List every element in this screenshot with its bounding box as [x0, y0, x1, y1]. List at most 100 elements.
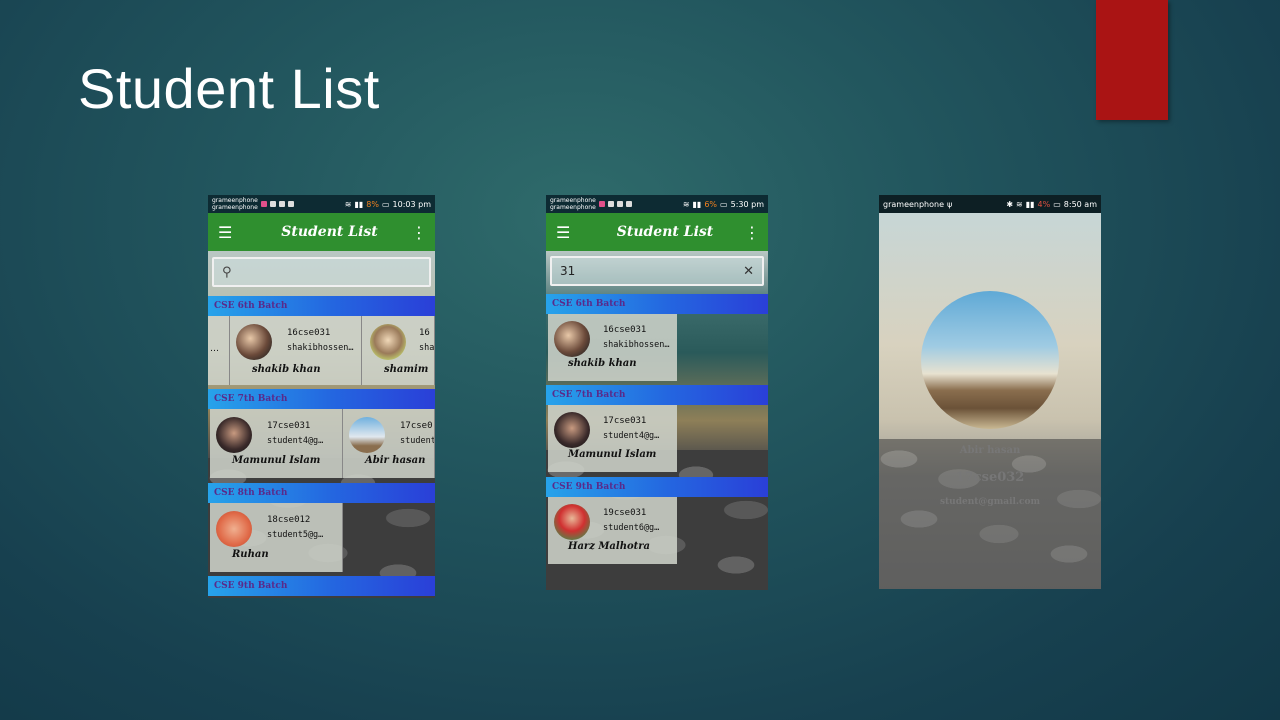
profile-email: student@gmail.com: [939, 497, 1041, 507]
profile-id: 17cse032: [955, 470, 1025, 485]
avatar: [236, 324, 272, 360]
battery-percent: 8%: [366, 199, 379, 209]
message-icon: [278, 201, 285, 207]
battery-percent: 6%: [704, 199, 718, 209]
battery-icon: ▭: [381, 199, 390, 209]
gallery-icon: [625, 201, 632, 207]
hamburger-icon[interactable]: ☰: [556, 223, 586, 242]
signal-icon: ▮▮: [692, 199, 702, 209]
student-id: 17cse031: [267, 421, 311, 431]
accent-bar: [1096, 0, 1168, 120]
status-bar: grameenphone grameenphone ≋ ▮▮ 8% ▭ 10:0…: [208, 195, 435, 213]
student-email: shakibhossen…: [603, 340, 670, 350]
notification-icon: [260, 201, 267, 207]
batch-header: CSE 8th Batch: [208, 483, 435, 503]
phone-screenshot-2: grameenphone grameenphone ≋ ▮▮ 6% ▭ 5:30…: [546, 195, 768, 590]
student-name: Ruhan: [232, 549, 269, 560]
student-card-partial[interactable]: …: [208, 316, 230, 385]
student-name: Abir hasan: [365, 455, 426, 466]
signal-icon: ▮▮: [1025, 199, 1035, 209]
batch-header: CSE 6th Batch: [208, 296, 435, 316]
student-email: student4@g…: [267, 436, 324, 446]
phone-screenshot-1: grameenphone grameenphone ≋ ▮▮ 8% ▭ 10:0…: [208, 195, 435, 598]
student-id: 17cse031: [603, 416, 647, 426]
battery-icon: ▭: [1053, 199, 1061, 209]
close-icon[interactable]: ✕: [743, 264, 754, 279]
student-email: shakibhossen…: [287, 343, 354, 353]
clock: 8:50 am: [1063, 199, 1097, 209]
more-options-icon[interactable]: ⋮: [744, 223, 760, 242]
usb-icon: ψ: [947, 199, 953, 209]
batch-header: CSE 7th Batch: [208, 389, 435, 409]
avatar: [554, 504, 590, 540]
messenger-icon: [607, 201, 614, 207]
avatar: [216, 417, 252, 453]
student-name: Mamunul Islam: [232, 455, 321, 466]
wifi-icon: ≋: [682, 199, 690, 209]
student-name: Harz Malhotra: [568, 541, 651, 552]
slide-title: Student List: [78, 57, 380, 120]
student-email: student6@g…: [603, 523, 660, 533]
student-name: shakib khan: [252, 364, 321, 375]
student-id: 18cse012: [267, 515, 311, 525]
carrier-label: grameenphone: [212, 204, 258, 211]
student-id: 16: [419, 328, 430, 338]
more-options-icon[interactable]: ⋮: [411, 223, 427, 242]
wifi-icon: ≋: [344, 199, 352, 209]
bluetooth-icon: ✱: [1006, 199, 1014, 209]
student-name: Mamunul Islam: [568, 449, 657, 460]
gallery-icon: [287, 201, 294, 207]
student-card[interactable]: 16cse031 shakibhossen… shakib khan: [230, 316, 362, 385]
avatar: [349, 417, 385, 453]
batch-header: CSE 9th Batch: [546, 477, 768, 497]
status-bar: grameenphone grameenphone ≋ ▮▮ 6% ▭ 5:30…: [546, 195, 768, 213]
batch-header: CSE 9th Batch: [208, 576, 435, 596]
student-card[interactable]: 16cse031 shakibhossen… shakib khan: [548, 314, 677, 381]
search-value: 31: [560, 264, 576, 278]
profile-photo: [921, 291, 1059, 429]
student-card[interactable]: 17cse0 student Abir hasan: [343, 409, 435, 478]
student-email: student5@g…: [267, 530, 324, 540]
search-input[interactable]: ⚲: [212, 257, 431, 287]
app-bar: ☰ Student List ⋮: [208, 213, 435, 251]
student-id: 17cse0: [400, 421, 433, 431]
carrier-label: grameenphone: [550, 204, 596, 211]
student-card[interactable]: 16 sha shamim: [362, 316, 435, 385]
student-email: sha: [419, 343, 435, 353]
student-card[interactable]: 17cse031 student4@g… Mamunul Islam: [548, 405, 677, 472]
avatar: [554, 321, 590, 357]
battery-icon: ▭: [720, 199, 728, 209]
batch-header: CSE 7th Batch: [546, 385, 768, 405]
profile-name: Abir hasan: [959, 445, 1021, 456]
signal-icon: ▮▮: [354, 199, 364, 209]
student-id: 16cse031: [603, 325, 647, 335]
avatar: [216, 511, 252, 547]
status-bar: grameenphone ψ ✱ ≋ ▮▮ 4% ▭ 8:50 am: [879, 195, 1101, 213]
app-title: Student List: [281, 224, 378, 240]
student-name: shamim: [384, 364, 429, 375]
messenger-icon: [269, 201, 276, 207]
student-card[interactable]: 19cse031 student6@g… Harz Malhotra: [548, 497, 677, 564]
phone-screenshot-3: grameenphone ψ ✱ ≋ ▮▮ 4% ▭ 8:50 am Abir …: [879, 195, 1101, 589]
student-name: shakib khan: [568, 358, 637, 369]
app-title: Student List: [616, 224, 714, 240]
notification-icon: [598, 201, 605, 207]
student-card[interactable]: 18cse012 student5@g… Ruhan: [210, 503, 343, 572]
carrier-label: grameenphone: [212, 197, 258, 204]
avatar: [370, 324, 406, 360]
student-card[interactable]: 17cse031 student4@g… Mamunul Islam: [210, 409, 343, 478]
clock: 10:03 pm: [392, 199, 431, 209]
carrier-label: grameenphone: [883, 199, 945, 209]
wifi-icon: ≋: [1016, 199, 1023, 209]
app-bar: ☰ Student List ⋮: [546, 213, 768, 251]
carrier-label: grameenphone: [550, 197, 596, 204]
student-email: student4@g…: [603, 431, 660, 441]
clock: 5:30 pm: [730, 199, 764, 209]
student-id: 16cse031: [287, 328, 331, 338]
search-input[interactable]: 31 ✕: [550, 256, 764, 286]
student-email: student: [400, 436, 435, 446]
student-id: 19cse031: [603, 508, 647, 518]
message-icon: [616, 201, 623, 207]
batch-header: CSE 6th Batch: [546, 294, 768, 314]
hamburger-icon[interactable]: ☰: [218, 223, 248, 242]
